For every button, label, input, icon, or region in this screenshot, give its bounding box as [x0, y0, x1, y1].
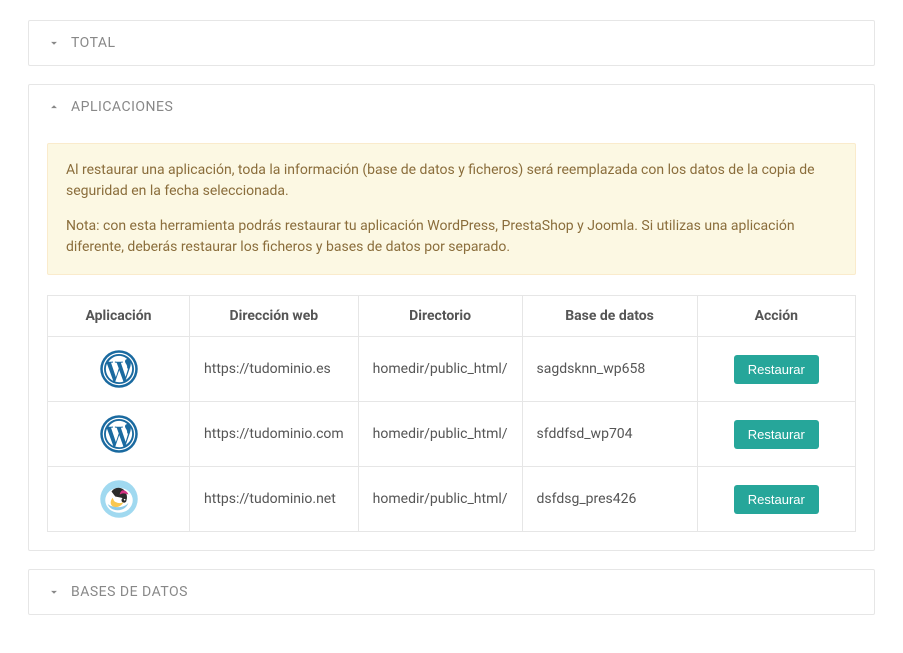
th-dir: Directorio: [358, 296, 522, 337]
wordpress-icon: [99, 414, 139, 454]
panel-applications-header[interactable]: APLICACIONES: [29, 85, 874, 129]
cell-dir: homedir/public_html/: [358, 337, 522, 402]
th-app: Aplicación: [48, 296, 190, 337]
table-row: https://tudominio.comhomedir/public_html…: [48, 402, 856, 467]
panel-applications-body: Al restaurar una aplicación, toda la inf…: [29, 143, 874, 550]
cell-action: Restaurar: [697, 467, 855, 532]
table-header-row: Aplicación Dirección web Directorio Base…: [48, 296, 856, 337]
panel-databases: BASES DE DATOS: [28, 569, 875, 615]
panel-applications-title: APLICACIONES: [71, 99, 173, 115]
prestashop-icon: [99, 479, 139, 519]
restore-button[interactable]: Restaurar: [734, 355, 819, 384]
cell-db: dsfdsg_pres426: [522, 467, 697, 532]
cell-url: https://tudominio.com: [190, 402, 359, 467]
table-row: https://tudominio.nethomedir/public_html…: [48, 467, 856, 532]
table-row: https://tudominio.eshomedir/public_html/…: [48, 337, 856, 402]
cell-action: Restaurar: [697, 337, 855, 402]
restore-button[interactable]: Restaurar: [734, 485, 819, 514]
panel-databases-title: BASES DE DATOS: [71, 584, 188, 600]
cell-url: https://tudominio.net: [190, 467, 359, 532]
alert-paragraph-1: Al restaurar una aplicación, toda la inf…: [66, 160, 837, 202]
alert-restore-warning: Al restaurar una aplicación, toda la inf…: [47, 143, 856, 275]
cell-action: Restaurar: [697, 402, 855, 467]
cell-dir: homedir/public_html/: [358, 402, 522, 467]
cell-app-icon: [48, 402, 190, 467]
panel-total-title: TOTAL: [71, 35, 116, 51]
chevron-down-icon: [47, 36, 61, 50]
applications-table: Aplicación Dirección web Directorio Base…: [47, 295, 856, 532]
panel-databases-header[interactable]: BASES DE DATOS: [29, 570, 874, 614]
cell-app-icon: [48, 337, 190, 402]
cell-db: sfddfsd_wp704: [522, 402, 697, 467]
chevron-up-icon: [47, 100, 61, 114]
panel-applications: APLICACIONES Al restaurar una aplicación…: [28, 84, 875, 551]
chevron-down-icon: [47, 585, 61, 599]
panel-total-header[interactable]: TOTAL: [29, 21, 874, 65]
restore-button[interactable]: Restaurar: [734, 420, 819, 449]
cell-app-icon: [48, 467, 190, 532]
alert-paragraph-2: Nota: con esta herramienta podrás restau…: [66, 216, 837, 258]
th-url: Dirección web: [190, 296, 359, 337]
panel-total: TOTAL: [28, 20, 875, 66]
th-db: Base de datos: [522, 296, 697, 337]
cell-url: https://tudominio.es: [190, 337, 359, 402]
cell-dir: homedir/public_html/: [358, 467, 522, 532]
wordpress-icon: [99, 349, 139, 389]
cell-db: sagdsknn_wp658: [522, 337, 697, 402]
th-action: Acción: [697, 296, 855, 337]
